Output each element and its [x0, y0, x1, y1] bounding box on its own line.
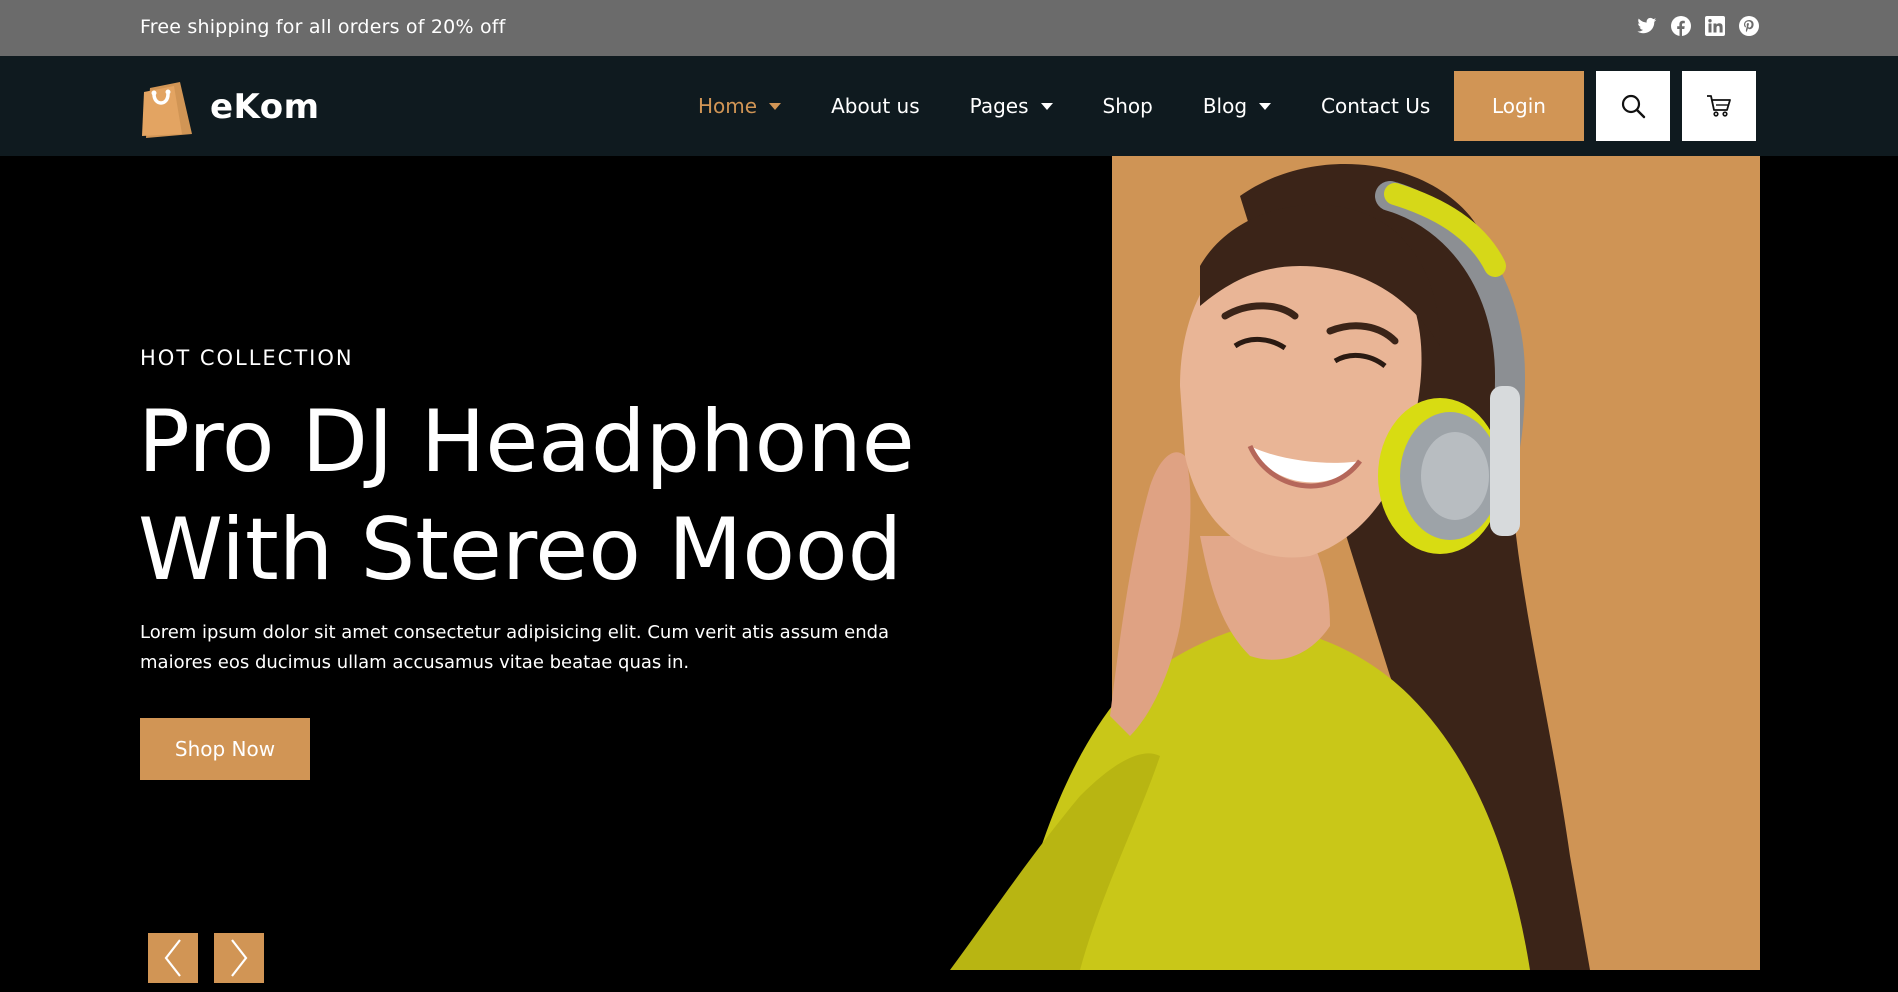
- twitter-icon[interactable]: [1636, 15, 1658, 37]
- linkedin-icon[interactable]: [1704, 15, 1726, 37]
- nav-item-contact[interactable]: Contact Us: [1321, 94, 1430, 118]
- chevron-left-icon: [164, 939, 181, 977]
- shop-now-button[interactable]: Shop Now: [140, 718, 310, 780]
- logo[interactable]: eKom: [140, 76, 320, 138]
- hero-model-image: [950, 164, 1590, 970]
- nav-item-pages[interactable]: Pages: [970, 94, 1053, 118]
- search-button[interactable]: [1596, 71, 1670, 141]
- hero-eyebrow: HOT COLLECTION: [140, 346, 354, 370]
- nav-item-blog[interactable]: Blog: [1202, 94, 1272, 118]
- slider-prev-button[interactable]: [148, 933, 198, 983]
- chevron-right-icon: [231, 939, 248, 977]
- cart-button[interactable]: [1682, 71, 1756, 141]
- shopping-bag-icon: [142, 82, 192, 138]
- pinterest-icon[interactable]: [1738, 15, 1760, 37]
- nav-label: About us: [831, 94, 920, 118]
- main-nav: Home About us Pages Shop Blog Contact Us: [698, 56, 1480, 156]
- promo-text: Free shipping for all orders of 20% off: [140, 16, 506, 38]
- nav-label: Pages: [969, 94, 1029, 118]
- caret-down-icon: [769, 102, 782, 110]
- nav-item-home[interactable]: Home: [698, 94, 782, 118]
- nav-label: Home: [698, 94, 758, 118]
- cart-icon: [1707, 95, 1731, 117]
- slider-next-button[interactable]: [214, 933, 264, 983]
- headline-line-2: With Stereo Mood: [138, 500, 903, 600]
- hero-description: Lorem ipsum dolor sit amet consectetur a…: [140, 622, 890, 673]
- nav-label: Contact Us: [1321, 94, 1431, 118]
- social-links: [1636, 15, 1760, 37]
- facebook-icon[interactable]: [1670, 15, 1692, 37]
- nav-label: Shop: [1102, 94, 1153, 118]
- top-bar: Free shipping for all orders of 20% off: [0, 0, 1898, 56]
- caret-down-icon: [1259, 102, 1272, 110]
- brand-name: eKom: [210, 87, 320, 127]
- search-icon: [1621, 94, 1646, 119]
- headline-line-1: Pro DJ Headphone: [138, 392, 915, 492]
- nav-item-about[interactable]: About us: [831, 94, 920, 118]
- hero-headline: Pro DJ Headphone With Stereo Mood: [138, 388, 938, 604]
- nav-label: Blog: [1202, 94, 1248, 118]
- caret-down-icon: [1040, 102, 1053, 110]
- login-button[interactable]: Login: [1454, 71, 1584, 141]
- nav-item-shop[interactable]: Shop: [1103, 94, 1153, 118]
- navbar: eKom Home About us Pages Shop Blog Conta…: [0, 56, 1898, 156]
